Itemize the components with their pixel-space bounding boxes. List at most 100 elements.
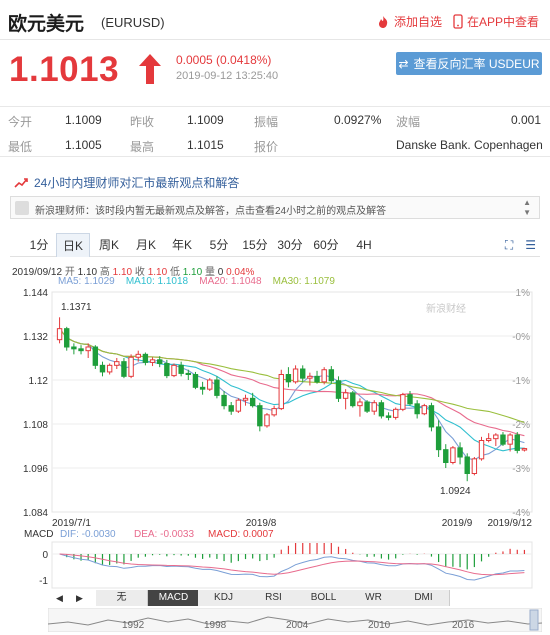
advisor-notice-box[interactable]: 新浪理财师：该时段内暂无最新观点及解答，点击查看24小时之前的观点及解答 ▲ ▼ [10, 196, 540, 219]
tab-15min[interactable]: 15分 [238, 233, 272, 257]
add-watch-button[interactable]: 添加自选 [376, 13, 442, 30]
candle-body [292, 368, 299, 383]
candle-body [321, 369, 327, 383]
settings-icon[interactable]: ☰ [525, 238, 536, 253]
stat-open: 1.1009 [65, 113, 102, 127]
x-tick-label: 2019/8 [246, 518, 277, 529]
candle-body [221, 394, 227, 407]
indicator-tabs: 无 MACD KDJ RSI BOLL WR DMI [48, 590, 540, 606]
candle-body [99, 364, 106, 373]
timeline-navigator[interactable]: 1992 1998 2004 2010 2016 [48, 608, 542, 632]
candle-body [264, 414, 270, 427]
candle-body [78, 348, 84, 352]
header: 欧元美元 (EURUSD) 添加自选 在APP中查看 [0, 0, 550, 40]
candlestick-chart[interactable]: 新浪财经 1.144 1%1.132 -0%1.12 -1%1.108 -2%1.096… [0, 288, 550, 608]
app-view-label: 在APP中查看 [467, 15, 540, 29]
candle-body [357, 401, 363, 407]
reverse-rate-label: 查看反向汇率 USDEUR [413, 57, 540, 71]
indicator-dmi[interactable]: DMI [398, 590, 450, 606]
tab-60min[interactable]: 60分 [309, 233, 343, 257]
candle-body [71, 346, 77, 350]
app-view-button[interactable]: 在APP中查看 [453, 13, 539, 30]
candle-body [156, 359, 163, 365]
low-annotation: 1.0924 [440, 486, 471, 497]
period-tabs: 1分 日K 周K 月K 年K 5分 15分 30分 60分 4H ⛶ ☰ [10, 233, 540, 257]
instrument-name: 欧元美元 [8, 14, 85, 35]
price-change: 0.0005 (0.0418%) [176, 53, 272, 67]
candle-body [228, 405, 234, 412]
scroll-down-icon[interactable]: ▼ [523, 208, 531, 217]
macd-title: MACD [24, 529, 53, 540]
candle-body [300, 368, 306, 379]
year-2004: 2004 [286, 620, 309, 631]
candle-body [249, 397, 256, 407]
dea-line [59, 553, 525, 576]
candle-body [335, 380, 342, 399]
candle-body [128, 356, 134, 377]
candle-body [257, 405, 263, 427]
pct-tick-label: 1% [516, 288, 531, 299]
indicator-kdj[interactable]: KDJ [198, 590, 250, 606]
candle-body [171, 364, 177, 377]
candle-body [500, 434, 506, 445]
tab-5min[interactable]: 5分 [202, 233, 236, 257]
phone-icon [453, 14, 463, 29]
indicator-rsi[interactable]: RSI [248, 590, 300, 606]
candle-body [443, 449, 449, 464]
tab-4h[interactable]: 4H [347, 233, 381, 257]
scroll-up-icon[interactable]: ▲ [523, 198, 531, 207]
candle-body [285, 374, 292, 383]
stat-label-wave: 波幅 [396, 115, 421, 129]
candle-body [178, 364, 184, 374]
candle-body [514, 434, 520, 451]
high-annotation: 1.1371 [61, 302, 92, 313]
candle-body [421, 405, 428, 415]
reverse-rate-button[interactable]: ⇄ 查看反向汇率 USDEUR [396, 52, 542, 75]
candle-body [135, 353, 141, 358]
current-price: 1.1013 [9, 50, 120, 89]
candle-body [493, 434, 499, 440]
indicator-wr[interactable]: WR [348, 590, 400, 606]
year-1992: 1992 [122, 620, 145, 631]
fullscreen-icon[interactable]: ⛶ [505, 238, 513, 253]
candle-body [207, 379, 213, 390]
candle-body [342, 392, 349, 399]
indicator-boll[interactable]: BOLL [298, 590, 350, 606]
dif-line [59, 553, 525, 581]
y-tick-label: 1.108 [23, 420, 48, 431]
stat-quote-source: Danske Bank. Copenhagen [396, 138, 543, 152]
tab-30min[interactable]: 30分 [273, 233, 307, 257]
timeline-handle[interactable] [529, 609, 539, 631]
stat-low: 1.1005 [65, 138, 102, 152]
tab-monthly[interactable]: 月K [129, 233, 163, 257]
candle-body [371, 402, 377, 412]
indicator-none[interactable]: 无 [96, 590, 148, 606]
y-tick-label: 1.084 [23, 508, 48, 519]
quote-time: 2019-09-12 13:25:40 [176, 70, 279, 82]
stat-label-open: 今开 [8, 115, 33, 129]
stat-label-quote: 报价 [254, 140, 279, 154]
advisor-notice-title[interactable]: 24小时内理财师对汇市最新观点和解答 [14, 174, 239, 191]
candle-body [314, 375, 320, 383]
ma20-line [59, 328, 525, 437]
tab-yearly[interactable]: 年K [165, 233, 199, 257]
candle-body [64, 328, 70, 348]
info-ma30: MA30: 1.1079 [272, 276, 335, 287]
info-ma20: MA20: 1.1048 [199, 276, 262, 287]
candle-body [185, 372, 192, 376]
candle-body [164, 363, 170, 377]
stat-amp: 0.0927% [334, 113, 382, 127]
candle-body [106, 364, 113, 373]
tab-weekly[interactable]: 周K [92, 233, 126, 257]
macd-dif: DIF: -0.0030 [60, 529, 116, 540]
y-tick-label: 1.12 [29, 376, 49, 387]
pct-tick-label: -0% [512, 332, 530, 343]
candle-body [214, 379, 220, 396]
tab-1min[interactable]: 1分 [22, 233, 56, 257]
candle-body [392, 408, 399, 418]
x-tick-label: 2019/7/1 [52, 518, 91, 529]
indicator-macd[interactable]: MACD [148, 590, 200, 606]
candle-body [121, 361, 127, 377]
stat-high: 1.1015 [187, 138, 224, 152]
tab-daily[interactable]: 日K [56, 233, 90, 257]
